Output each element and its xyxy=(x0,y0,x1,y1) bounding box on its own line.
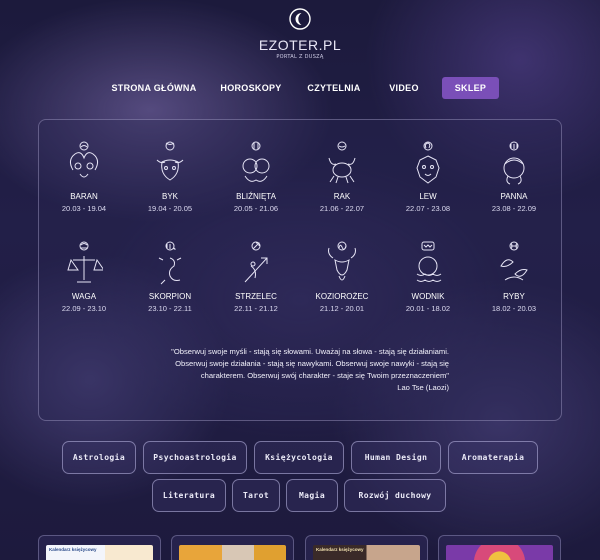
zodiac-sign-virgo[interactable]: PANNA 23.08 - 22.09 xyxy=(474,140,554,213)
product-thumbnail-text: Kalendarz księżycowy xyxy=(316,547,364,552)
product-card[interactable]: Kalendarz księżycowy xyxy=(305,535,428,560)
crescent-moon-icon xyxy=(289,8,311,30)
quote-line: Obserwuj swoje działania - stają się naw… xyxy=(175,359,449,368)
quote-line: "Obserwuj swoje myśli - stają się słowam… xyxy=(171,347,449,356)
zodiac-sign-scorpio[interactable]: SKORPION 23.10 - 22.11 xyxy=(130,240,210,313)
sagittarius-icon xyxy=(244,241,268,283)
nav-item-czytelnia[interactable]: CZYTELNIA xyxy=(304,77,364,99)
sign-dates: 22.11 - 21.12 xyxy=(234,304,278,313)
taurus-icon xyxy=(156,141,184,181)
nav-item-horoskopy[interactable]: HOROSKOPY xyxy=(218,77,284,99)
zodiac-sign-libra[interactable]: WAGA 22.09 - 23.10 xyxy=(44,240,124,313)
sign-dates: 20.03 - 19.04 xyxy=(61,204,107,213)
product-thumbnail xyxy=(179,545,286,560)
sign-name: WODNIK xyxy=(411,292,445,301)
quote-line: charakterem. Obserwuj swój charakter - s… xyxy=(200,371,449,380)
aquarius-icon xyxy=(416,241,442,282)
category-chip-tarot[interactable]: Tarot xyxy=(232,479,280,512)
zodiac-panel: BARAN 20.03 - 19.04 BYK 19.04 - 20.05 BL… xyxy=(38,119,562,421)
quote: "Obserwuj swoje myśli - stają się słowam… xyxy=(159,346,449,394)
sign-name: LEW xyxy=(419,192,437,201)
sign-dates: 20.05 - 21.06 xyxy=(233,204,279,213)
product-card[interactable] xyxy=(438,535,561,560)
zodiac-sign-leo[interactable]: LEW 22.07 - 23.08 xyxy=(388,140,468,213)
product-thumbnail-text: Kalendarz księżycowy xyxy=(49,547,97,552)
sign-name: RAK xyxy=(333,192,351,201)
sign-dates: 20.01 - 18.02 xyxy=(405,304,451,313)
sign-name: BLIŹNIĘTA xyxy=(236,192,276,201)
product-card[interactable] xyxy=(171,535,294,560)
zodiac-sign-aquarius[interactable]: WODNIK 20.01 - 18.02 xyxy=(388,240,468,313)
logo-text: EZOTER.PL xyxy=(258,37,342,53)
sign-name: WAGA xyxy=(71,292,97,301)
nav-item-strona-glowna[interactable]: STRONA GŁÓWNA xyxy=(110,77,198,99)
quote-author: Lao Tse (Laozi) xyxy=(397,383,449,392)
cancer-icon xyxy=(328,141,356,184)
sign-name: KOZIOROŻEC xyxy=(315,292,369,301)
zodiac-sign-capricorn[interactable]: KOZIOROŻEC 21.12 - 20.01 xyxy=(302,240,382,313)
sign-dates: 23.10 - 22.11 xyxy=(148,304,192,313)
virgo-icon xyxy=(503,141,525,185)
nav-item-sklep[interactable]: SKLEP xyxy=(442,77,499,99)
gemini-icon xyxy=(242,141,270,182)
site-logo[interactable]: EZOTER.PL PORTAL Z DUSZĄ xyxy=(0,8,600,60)
product-thumbnail: Kalendarz księżycowy xyxy=(313,545,420,560)
category-chip-ksiezycologia[interactable]: Księżycologia xyxy=(254,441,344,474)
category-chip-aromaterapia[interactable]: Aromaterapia xyxy=(448,441,538,474)
sign-name: SKORPION xyxy=(148,292,192,301)
zodiac-sign-sagittarius[interactable]: STRZELEC 22.11 - 21.12 xyxy=(216,240,296,313)
aries-icon xyxy=(69,141,99,178)
category-chip-literatura[interactable]: Literatura xyxy=(152,479,226,512)
sign-dates: 21.06 - 22.07 xyxy=(319,204,365,213)
zodiac-sign-taurus[interactable]: BYK 19.04 - 20.05 xyxy=(130,140,210,213)
sign-name: RYBY xyxy=(503,292,525,301)
sign-name: STRZELEC xyxy=(235,292,277,301)
capricorn-icon xyxy=(328,241,356,281)
sign-name: BARAN xyxy=(70,192,98,201)
scorpio-icon xyxy=(158,241,182,285)
category-chip-psychoastrologia[interactable]: Psychoastrologia xyxy=(143,441,247,474)
sign-dates: 21.12 - 20.01 xyxy=(319,304,365,313)
sign-name: BYK xyxy=(161,192,178,201)
zodiac-sign-gemini[interactable]: BLIŹNIĘTA 20.05 - 21.06 xyxy=(216,140,296,213)
sign-name: PANNA xyxy=(500,192,528,201)
zodiac-sign-aries[interactable]: BARAN 20.03 - 19.04 xyxy=(44,140,124,213)
main-nav: STRONA GŁÓWNA HOROSKOPY CZYTELNIA VIDEO … xyxy=(0,77,600,99)
libra-icon xyxy=(67,241,103,283)
nav-item-video[interactable]: VIDEO xyxy=(384,77,424,99)
product-thumbnail: Kalendarz księżycowy xyxy=(46,545,153,560)
sign-dates: 22.09 - 23.10 xyxy=(61,304,107,313)
product-card[interactable]: Kalendarz księżycowy xyxy=(38,535,161,560)
category-chip-rozwoj-duchowy[interactable]: Rozwój duchowy xyxy=(344,479,446,512)
logo-subtitle: PORTAL Z DUSZĄ xyxy=(276,54,324,60)
sign-dates: 22.07 - 23.08 xyxy=(405,204,451,213)
sign-dates: 23.08 - 22.09 xyxy=(491,204,537,213)
category-chip-magia[interactable]: Magia xyxy=(286,479,338,512)
pisces-icon xyxy=(500,241,528,281)
zodiac-sign-cancer[interactable]: RAK 21.06 - 22.07 xyxy=(302,140,382,213)
zodiac-sign-pisces[interactable]: RYBY 18.02 - 20.03 xyxy=(474,240,554,313)
category-chip-human-design[interactable]: Human Design xyxy=(351,441,441,474)
sign-dates: 19.04 - 20.05 xyxy=(147,204,193,213)
sign-dates: 18.02 - 20.03 xyxy=(491,304,537,313)
product-thumbnail xyxy=(446,545,553,560)
leo-icon xyxy=(416,141,440,184)
category-chip-astrologia[interactable]: Astrologia xyxy=(62,441,136,474)
